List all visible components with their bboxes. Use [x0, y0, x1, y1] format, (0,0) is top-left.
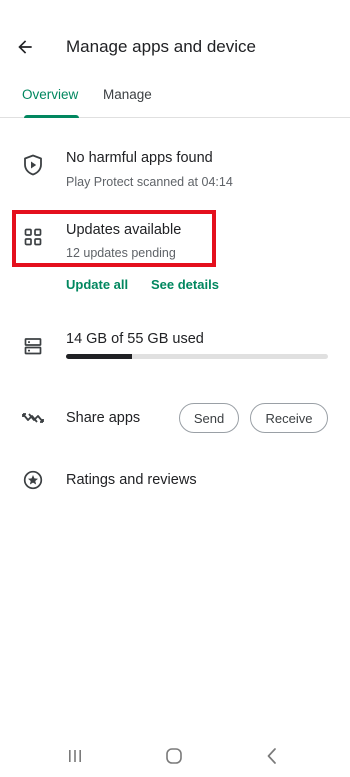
- share-apps-row: Share apps Send Receive: [0, 395, 350, 441]
- nav-back-button[interactable]: [257, 743, 287, 769]
- app-header: Manage apps and device: [0, 0, 350, 76]
- page-title: Manage apps and device: [66, 37, 256, 56]
- updates-title[interactable]: Updates available: [66, 222, 181, 238]
- storage-icon: [22, 335, 44, 357]
- share-apps-title: Share apps: [66, 410, 141, 426]
- updates-row: Updates available 12 updates pending Upd…: [0, 210, 350, 300]
- system-nav-bar: [0, 735, 350, 777]
- star-circle-icon: [22, 469, 44, 491]
- tab-bar: Overview Manage: [0, 76, 350, 118]
- storage-progress-bar: [66, 354, 328, 359]
- play-protect-row[interactable]: No harmful apps found Play Protect scann…: [0, 140, 350, 200]
- tab-overview[interactable]: Overview: [22, 87, 78, 102]
- ratings-title: Ratings and reviews: [66, 472, 197, 488]
- home-button[interactable]: [159, 743, 189, 769]
- arrow-back-icon: [18, 40, 32, 54]
- protect-subtitle: Play Protect scanned at 04:14: [66, 175, 233, 189]
- update-all-button[interactable]: Update all: [66, 277, 128, 292]
- apps-grid-icon: [22, 226, 44, 248]
- storage-row[interactable]: 14 GB of 55 GB used: [0, 320, 350, 370]
- protect-title: No harmful apps found: [66, 150, 213, 166]
- nav-back-icon: [267, 748, 276, 764]
- play-protect-icon: [22, 154, 44, 176]
- recents-button[interactable]: [60, 743, 90, 769]
- storage-label: 14 GB of 55 GB used: [66, 331, 204, 347]
- recents-icon: [69, 750, 81, 762]
- share-apps-icon: [22, 407, 44, 429]
- updates-subtitle: 12 updates pending: [66, 246, 176, 260]
- tab-manage[interactable]: Manage: [103, 87, 152, 102]
- active-tab-indicator: [24, 115, 79, 118]
- storage-progress-fill: [66, 354, 132, 359]
- receive-button[interactable]: Receive: [250, 403, 328, 433]
- home-icon: [166, 748, 182, 764]
- send-button[interactable]: Send: [179, 403, 239, 433]
- see-details-button[interactable]: See details: [151, 277, 219, 292]
- back-button[interactable]: [10, 32, 40, 62]
- ratings-reviews-row[interactable]: Ratings and reviews: [0, 460, 350, 502]
